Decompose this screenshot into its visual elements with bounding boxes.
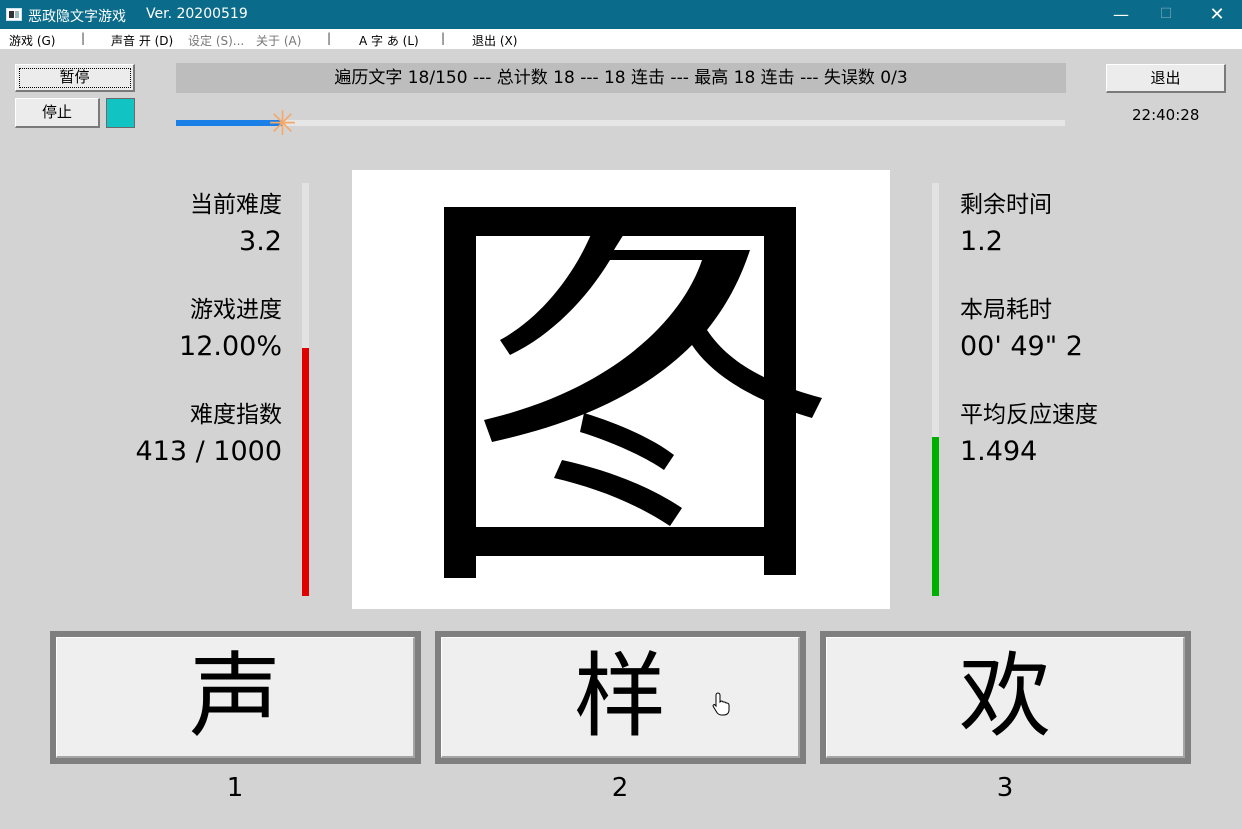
answer-char-2[interactable]: 样 [441, 637, 800, 758]
minimize-button[interactable]: — [1098, 0, 1144, 29]
difficulty-index-label: 难度指数 [190, 402, 282, 428]
answer-char-3[interactable]: 欢 [826, 637, 1185, 758]
response-time-meter-fill [932, 437, 939, 596]
difficulty-meter-fill [302, 348, 309, 596]
answer-number-3: 3 [996, 773, 1014, 803]
remaining-time-label: 剩余时间 [960, 192, 1052, 218]
avg-response-label: 平均反应速度 [960, 402, 1098, 428]
menu-sound[interactable]: 声音 开 (D) [111, 32, 173, 49]
target-character-glyph [444, 207, 822, 578]
app-icon [6, 8, 22, 21]
clock: 22:40:28 [1132, 106, 1200, 124]
color-swatch[interactable] [106, 98, 135, 128]
answer-number-1: 1 [226, 773, 244, 803]
answer-button-3[interactable]: 欢 [820, 631, 1191, 764]
game-progress-value: 12.00% [179, 331, 282, 362]
menu-settings[interactable]: 设定 (S)... [188, 32, 244, 49]
avg-response-value: 1.494 [960, 436, 1038, 467]
window-version: Ver. 20200519 [146, 6, 248, 22]
answer-button-1[interactable]: 声 [50, 631, 421, 764]
hand-pointer-icon [712, 692, 730, 716]
response-time-meter [932, 183, 939, 596]
menu-separator: | [81, 31, 86, 45]
elapsed-time-label: 本局耗时 [960, 297, 1052, 323]
title-bar[interactable]: 恶政隐文字游戏 Ver. 20200519 — ☐ ✕ [0, 0, 1242, 29]
current-difficulty-value: 3.2 [239, 226, 282, 257]
difficulty-index-value: 413 / 1000 [135, 436, 282, 467]
menu-language[interactable]: A 字 あ (L) [359, 32, 419, 49]
game-progress-bar: ✳ [176, 107, 1065, 141]
menu-bar: 游戏 (G) | 声音 开 (D) 设定 (S)... 关于 (A) | A 字… [0, 29, 1242, 49]
menu-separator: | [327, 31, 332, 45]
answer-char-1[interactable]: 声 [56, 637, 415, 758]
answer-number-2: 2 [611, 773, 629, 803]
menu-about[interactable]: 关于 (A) [256, 32, 301, 49]
stop-button[interactable]: 停止 [15, 98, 100, 128]
target-character-panel [352, 170, 890, 609]
menu-exit[interactable]: 退出 (X) [472, 32, 517, 49]
menu-separator: | [441, 31, 446, 45]
elapsed-time-value: 00' 49" 2 [960, 331, 1083, 362]
answer-button-2[interactable]: 样 [435, 631, 806, 764]
window-title: 恶政隐文字游戏 [28, 9, 126, 25]
exit-button[interactable]: 退出 [1106, 64, 1226, 93]
remaining-time-value: 1.2 [960, 226, 1003, 257]
maximize-button[interactable]: ☐ [1143, 0, 1189, 29]
difficulty-meter [302, 183, 309, 596]
current-difficulty-label: 当前难度 [190, 192, 282, 218]
progress-fill [176, 120, 283, 126]
progress-marker-icon: ✳ [268, 104, 297, 144]
close-button[interactable]: ✕ [1194, 0, 1240, 29]
pause-button[interactable]: 暂停 [15, 64, 135, 92]
game-progress-label: 游戏进度 [190, 297, 282, 323]
status-banner: 遍历文字 18/150 --- 总计数 18 --- 18 连击 --- 最高 … [176, 63, 1066, 93]
menu-game[interactable]: 游戏 (G) [9, 32, 55, 49]
